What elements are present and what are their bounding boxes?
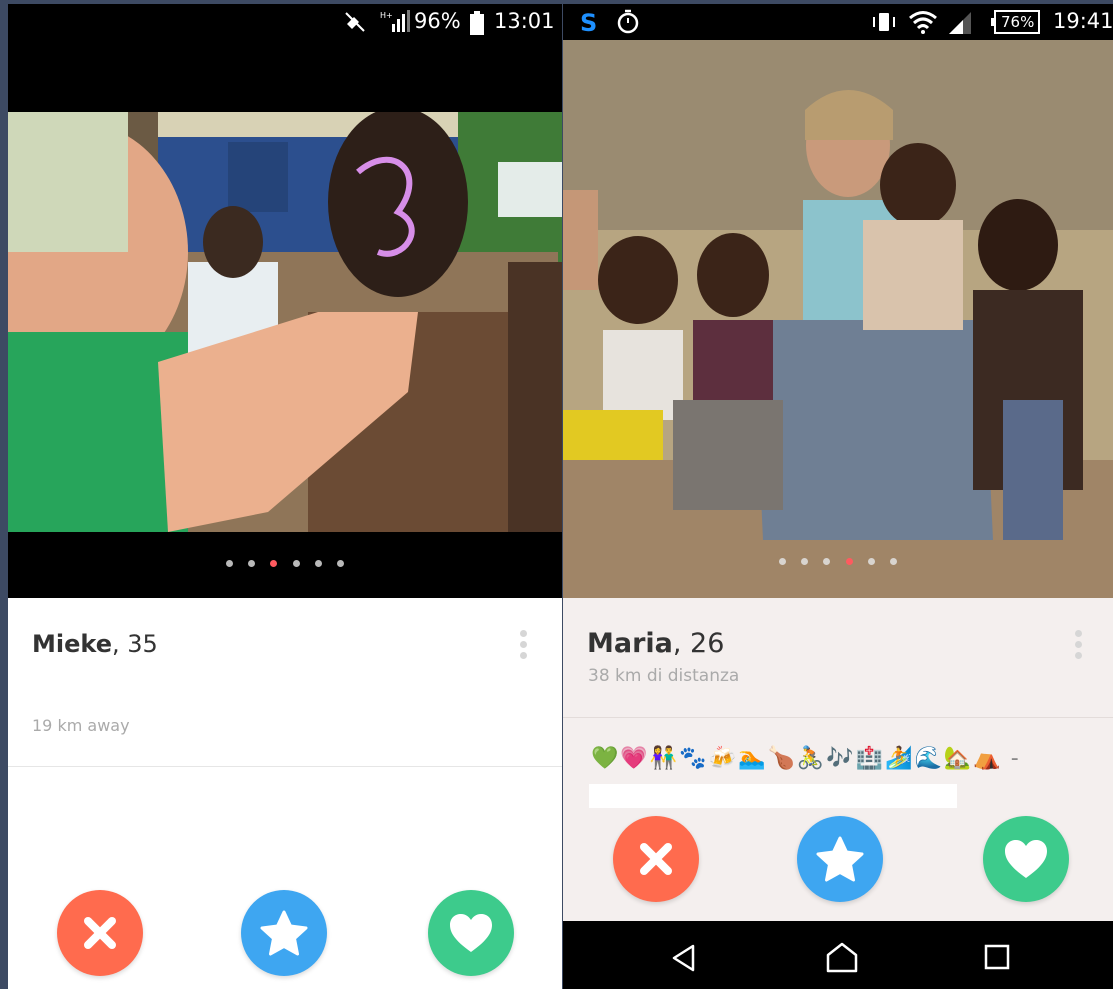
- photo-letterbox-top: [8, 40, 562, 112]
- clock: 19:41: [1053, 9, 1113, 33]
- signal-icon: [949, 12, 973, 38]
- like-button[interactable]: [428, 890, 514, 976]
- star-icon: [260, 910, 308, 956]
- divider: [8, 766, 562, 767]
- svg-text:S: S: [580, 10, 597, 36]
- photo-letterbox-bottom: [8, 532, 562, 598]
- bio-emoji: 🎶: [826, 746, 855, 771]
- carousel-dot: [292, 560, 300, 567]
- bio-emoji: 🐾: [679, 746, 708, 771]
- alarm-icon: [615, 9, 641, 39]
- bio-emoji: 🏄: [885, 746, 914, 771]
- carousel-dot: [867, 558, 875, 565]
- signal-icon: H+: [380, 10, 410, 38]
- svg-text:H+: H+: [380, 11, 393, 20]
- heart-icon: [450, 914, 492, 952]
- carousel-dot: [336, 560, 344, 567]
- battery-percentage: 96%: [414, 9, 461, 33]
- pass-button[interactable]: [57, 890, 143, 976]
- status-bar: H+ 96% 13:01: [8, 4, 562, 40]
- battery-icon: [470, 11, 484, 39]
- divider: [563, 717, 1113, 718]
- skype-icon: S: [577, 9, 603, 40]
- profile-distance: 38 km di distanza: [588, 666, 740, 686]
- bio-emoji: 🏊: [738, 746, 767, 771]
- pass-icon: [640, 843, 672, 875]
- mute-icon: [344, 11, 366, 37]
- bio-trailing-dash: -: [1010, 746, 1020, 771]
- heart-icon: [1005, 840, 1047, 878]
- photo-carousel-dots: [563, 550, 1113, 569]
- super-like-button[interactable]: [797, 816, 883, 902]
- profile-bio: 💚💗👫🐾🍻🏊🍗🚴🎶🏥🏄🌊🏡⛺ -: [591, 746, 1021, 771]
- pass-button[interactable]: [613, 816, 699, 902]
- right-phone-screen: S 76% 19:41 Maria, 26 38 km di distanza …: [563, 4, 1113, 989]
- redacted-bio-text: [589, 784, 957, 808]
- bio-emoji: 🍻: [708, 746, 738, 771]
- clock: 13:01: [494, 9, 555, 33]
- bio-emoji: 🏡: [943, 746, 973, 771]
- status-bar: S 76% 19:41: [563, 4, 1113, 40]
- back-icon[interactable]: [669, 943, 699, 973]
- bio-emoji: 🌊: [914, 746, 943, 771]
- left-phone-screen: H+ 96% 13:01 Mieke, 35 19 km away: [8, 4, 562, 989]
- super-like-button[interactable]: [241, 890, 327, 976]
- bio-emoji: ⛺: [973, 746, 1002, 771]
- bio-emoji: 👫: [649, 746, 679, 771]
- wifi-icon: [909, 10, 937, 38]
- carousel-dot: [226, 560, 234, 567]
- carousel-dot: [248, 560, 256, 567]
- more-options-icon[interactable]: [520, 630, 527, 663]
- bio-emoji: 🏥: [855, 746, 885, 771]
- vibrate-icon: [871, 11, 897, 37]
- carousel-dot: [314, 560, 322, 567]
- carousel-dot-active: [845, 558, 853, 565]
- profile-name: Mieke: [32, 630, 112, 658]
- recents-icon[interactable]: [983, 943, 1011, 971]
- like-button[interactable]: [983, 816, 1069, 902]
- pass-icon: [84, 917, 116, 949]
- carousel-dot: [779, 558, 787, 565]
- profile-age: , 26: [672, 628, 725, 659]
- profile-name-age: Mieke, 35: [32, 630, 158, 658]
- home-icon[interactable]: [825, 941, 859, 973]
- more-options-icon[interactable]: [1075, 630, 1082, 663]
- carousel-dot: [801, 558, 809, 565]
- profile-distance: 19 km away: [32, 716, 130, 735]
- carousel-dot: [889, 558, 897, 565]
- profile-photo[interactable]: [563, 40, 1113, 598]
- bio-emoji: 🚴: [796, 746, 826, 771]
- carousel-dot: [823, 558, 831, 565]
- profile-name-age: Maria, 26: [587, 628, 724, 659]
- android-nav-bar: [563, 921, 1113, 989]
- photo-carousel-dots: [8, 552, 562, 571]
- profile-photo[interactable]: [8, 112, 562, 532]
- bio-emoji: 💗: [620, 746, 649, 771]
- profile-name: Maria: [587, 628, 673, 659]
- profile-age: , 35: [111, 630, 158, 658]
- star-icon: [816, 836, 864, 882]
- carousel-dot-active: [270, 560, 278, 567]
- bio-emoji: 💚: [591, 746, 620, 771]
- battery-percentage: 76%: [1001, 13, 1035, 31]
- bio-emoji: 🍗: [767, 746, 796, 771]
